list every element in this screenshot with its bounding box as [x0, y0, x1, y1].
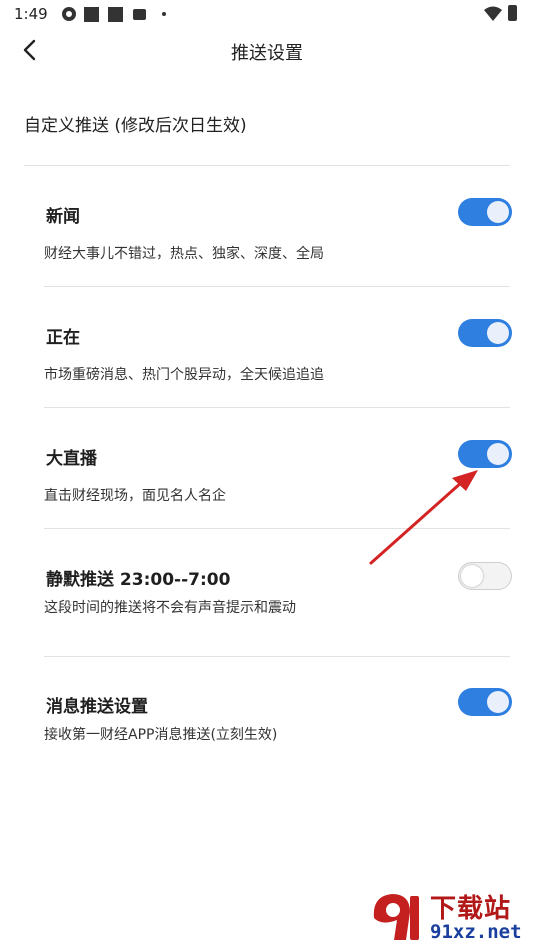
toggle-knob — [487, 443, 509, 465]
more-notifications-icon — [162, 12, 166, 16]
divider — [44, 656, 510, 657]
divider — [44, 528, 510, 529]
notification-icon — [108, 7, 123, 22]
setting-row-big-live: 大直播 直击财经现场，面见名人名企 — [44, 440, 512, 564]
section-title: 自定义推送 (修改后次日生效) — [24, 116, 247, 136]
setting-description: 市场重磅消息、热门个股异动，全天候追追追 — [44, 367, 324, 383]
toggle-knob — [487, 322, 509, 344]
watermark-title: 下载站 — [430, 894, 512, 924]
divider — [44, 286, 510, 287]
setting-description: 财经大事儿不错过，热点、独家、深度、全局 — [44, 246, 324, 262]
toggle-knob — [461, 565, 483, 587]
divider — [44, 407, 510, 408]
setting-description: 直击财经现场，面见名人名企 — [44, 488, 226, 504]
setting-title: 消息推送设置 — [46, 697, 148, 717]
news-toggle[interactable] — [458, 198, 512, 226]
setting-row-silent-push: 静默推送 23:00--7:00 这段时间的推送将不会有声音提示和震动 — [44, 562, 512, 685]
page-title: 推送设置 — [231, 43, 303, 64]
watermark: 下载站 91xz.net — [368, 888, 532, 948]
divider — [24, 165, 510, 166]
message-push-toggle[interactable] — [458, 688, 512, 716]
site-logo-icon — [373, 894, 419, 940]
setting-row-message-push: 消息推送设置 接收第一财经APP消息推送(立刻生效) — [44, 688, 512, 812]
app-header: 推送设置 — [0, 28, 534, 74]
toggle-knob — [487, 201, 509, 223]
setting-description: 这段时间的推送将不会有声音提示和震动 — [44, 600, 296, 616]
notification-icon — [133, 9, 146, 20]
notification-icon — [84, 7, 99, 22]
live-now-toggle[interactable] — [458, 319, 512, 347]
setting-description: 接收第一财经APP消息推送(立刻生效) — [44, 727, 278, 743]
big-live-toggle[interactable] — [458, 440, 512, 468]
setting-title: 新闻 — [46, 207, 80, 227]
notification-icon — [62, 7, 76, 21]
status-time: 1:49 — [14, 5, 48, 23]
wifi-icon — [484, 6, 502, 21]
setting-title: 大直播 — [46, 449, 97, 469]
status-bar: 1:49 — [0, 0, 534, 28]
silent-push-toggle[interactable] — [458, 562, 512, 590]
setting-title: 正在 — [46, 328, 80, 348]
setting-title: 静默推送 23:00--7:00 — [46, 570, 231, 590]
setting-row-news: 新闻 财经大事儿不错过，热点、独家、深度、全局 — [44, 198, 512, 322]
battery-icon — [508, 5, 517, 21]
toggle-knob — [487, 691, 509, 713]
watermark-url: 91xz.net — [430, 921, 522, 943]
setting-row-live-now: 正在 市场重磅消息、热门个股异动，全天候追追追 — [44, 319, 512, 443]
